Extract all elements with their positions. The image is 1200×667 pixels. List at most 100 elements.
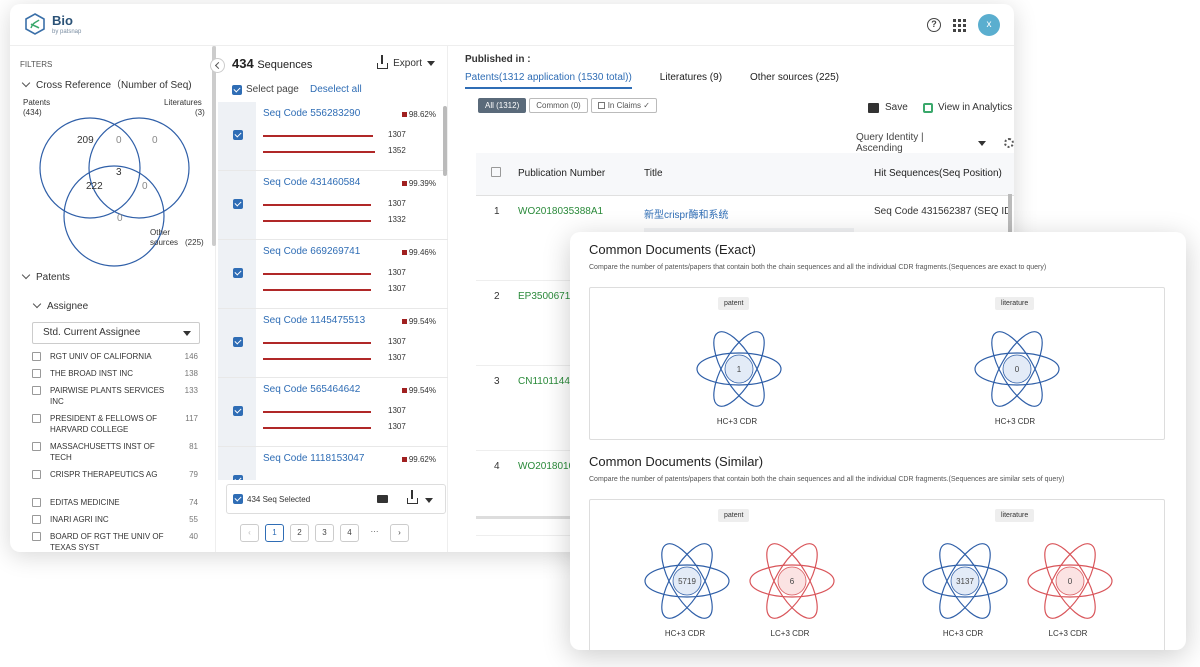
folder-icon[interactable] bbox=[377, 495, 388, 503]
seq-code-link[interactable]: Seq Code 431460584 bbox=[263, 177, 360, 188]
assignee-toggle[interactable]: Assignee bbox=[32, 299, 88, 312]
save-button[interactable]: Save bbox=[868, 102, 908, 113]
assignee-item[interactable]: RGT UNIV OF CALIFORNIA 146 bbox=[32, 351, 200, 368]
checkbox-checked[interactable] bbox=[233, 268, 243, 278]
atom-value: 0 bbox=[1068, 577, 1073, 586]
sequence-scrollbar[interactable] bbox=[443, 106, 447, 176]
atom-exact-patent[interactable]: 1 bbox=[694, 324, 784, 417]
checkbox[interactable] bbox=[597, 102, 605, 109]
caret-down-icon[interactable] bbox=[425, 498, 433, 503]
atom-similar-lit-hc[interactable]: 3137 bbox=[920, 536, 1010, 629]
col-publication-number[interactable]: Publication Number bbox=[518, 153, 644, 196]
seq-code-link[interactable]: Seq Code 556283290 bbox=[263, 108, 360, 119]
assignee-item[interactable]: CRISPR THERAPEUTICS AG 79 bbox=[32, 469, 200, 497]
venn-lit-label: Literatures bbox=[164, 98, 202, 107]
checkbox[interactable] bbox=[32, 414, 41, 423]
assignee-item[interactable]: INARI AGRI INC 55 bbox=[32, 514, 200, 531]
page-button[interactable]: 4 bbox=[340, 524, 359, 542]
sequence-item[interactable]: Seq Code 556283290 98.62% 1307 1352 bbox=[218, 102, 448, 171]
page-button[interactable]: 1 bbox=[265, 524, 284, 542]
seq-code-link[interactable]: Seq Code 669269741 bbox=[263, 246, 360, 257]
checkbox[interactable] bbox=[32, 352, 41, 361]
assignee-item[interactable]: EDITAS MEDICINE 74 bbox=[32, 497, 200, 514]
filters-scrollbar[interactable] bbox=[212, 46, 216, 246]
collapse-panel-button[interactable] bbox=[210, 58, 225, 73]
checkbox[interactable] bbox=[32, 369, 41, 378]
checkbox[interactable] bbox=[32, 515, 41, 524]
export-button[interactable]: Export bbox=[377, 54, 435, 69]
atom-similar-patent-lc[interactable]: 6 bbox=[747, 536, 837, 629]
assignee-select[interactable]: Std. Current Assignee bbox=[32, 322, 200, 344]
seq-code-link[interactable]: Seq Code 1118153047 bbox=[263, 453, 364, 464]
view-analytics-button[interactable]: View in Analytics bbox=[923, 102, 1012, 113]
download-menu-button[interactable] bbox=[407, 490, 418, 506]
similar-panel: patent literature 5719 HC+3 CDR 6 LC+3 C… bbox=[589, 499, 1165, 650]
col-title[interactable]: Title bbox=[644, 153, 874, 196]
venn-c-only[interactable]: 0 bbox=[117, 214, 123, 224]
assignee-item[interactable]: PRESIDENT & FELLOWS OF HARVARD COLLEGE 11… bbox=[32, 413, 200, 441]
next-page-button[interactable]: › bbox=[390, 524, 409, 542]
assignee-item[interactable]: BOARD OF RGT THE UNIV OF TEXAS SYST 40 bbox=[32, 531, 200, 552]
select-page-checkbox[interactable]: Select page bbox=[232, 84, 299, 95]
venn-bc[interactable]: 0 bbox=[142, 182, 148, 192]
checkbox-checked[interactable] bbox=[233, 475, 243, 480]
checkbox-checked[interactable] bbox=[232, 84, 242, 95]
venn-a-only[interactable]: 209 bbox=[77, 136, 94, 146]
deselect-all-link[interactable]: Deselect all bbox=[310, 84, 362, 95]
apps-grid-icon[interactable] bbox=[953, 18, 966, 32]
avatar[interactable]: x bbox=[978, 14, 1000, 36]
atom-label: HC+3 CDR bbox=[994, 417, 1036, 426]
sequence-item[interactable]: Seq Code 565464642 99.54% 1307 1307 bbox=[218, 378, 448, 447]
atom-icon: 5719 bbox=[644, 543, 730, 619]
atom-similar-lit-lc[interactable]: 0 bbox=[1025, 536, 1115, 629]
sequence-item[interactable]: Seq Code 431460584 99.39% 1307 1332 bbox=[218, 171, 448, 240]
filter-chips: All (1312) Common (0) In Claims ✓ bbox=[478, 98, 657, 113]
tab-patents[interactable]: Patents(1312 application (1530 total)) bbox=[465, 72, 632, 89]
assignee-item[interactable]: MASSACHUSETTS INST OF TECH 81 bbox=[32, 441, 200, 469]
alignment-bar-query bbox=[263, 411, 371, 413]
patents-toggle[interactable]: Patents bbox=[21, 270, 70, 283]
checkbox-checked[interactable] bbox=[233, 130, 243, 140]
prev-page-button[interactable]: ‹ bbox=[240, 524, 259, 542]
checkbox-checked[interactable] bbox=[233, 337, 243, 347]
venn-ab[interactable]: 0 bbox=[116, 136, 122, 146]
venn-abc[interactable]: 3 bbox=[116, 168, 122, 178]
checkbox-checked[interactable] bbox=[233, 199, 243, 209]
checkbox[interactable] bbox=[32, 498, 41, 507]
seq-code-link[interactable]: Seq Code 1145475513 bbox=[263, 315, 365, 326]
tab-other-sources[interactable]: Other sources (225) bbox=[750, 72, 839, 89]
assignee-item[interactable]: PAIRWISE PLANTS SERVICES INC 133 bbox=[32, 385, 200, 413]
gear-icon[interactable] bbox=[1004, 138, 1014, 148]
col-hit-sequences[interactable]: Hit Sequences(Seq Position) bbox=[874, 153, 1014, 196]
sequence-item[interactable]: Seq Code 1145475513 99.54% 1307 1307 bbox=[218, 309, 448, 378]
sequences-panel: 434 Sequences Export Select page Deselec… bbox=[218, 46, 448, 552]
checkbox[interactable] bbox=[491, 167, 501, 178]
chip-all[interactable]: All (1312) bbox=[478, 98, 527, 113]
chip-in-claims[interactable]: In Claims ✓ bbox=[590, 98, 657, 113]
assignee-item[interactable]: THE BROAD INST INC 138 bbox=[32, 368, 200, 385]
cross-reference-toggle[interactable]: Cross Reference（Number of Seq) bbox=[21, 76, 192, 91]
page-ellipsis[interactable]: ··· bbox=[365, 524, 384, 542]
page-button[interactable]: 3 bbox=[315, 524, 334, 542]
venn-b-only[interactable]: 0 bbox=[152, 136, 158, 146]
atom-exact-literature[interactable]: 0 bbox=[972, 324, 1062, 417]
checkbox-checked[interactable] bbox=[233, 406, 243, 416]
checkbox[interactable] bbox=[32, 532, 41, 541]
checkbox[interactable] bbox=[32, 442, 41, 451]
checkbox[interactable] bbox=[32, 386, 41, 395]
venn-ac[interactable]: 222 bbox=[86, 182, 103, 192]
sequence-item[interactable]: Seq Code 669269741 99.46% 1307 1307 bbox=[218, 240, 448, 309]
alignment-bar-hit bbox=[263, 427, 371, 429]
checkbox[interactable] bbox=[32, 470, 41, 479]
identity-pct: 99.54% bbox=[401, 386, 436, 395]
title-link[interactable]: 新型crispr酶和系统 bbox=[644, 206, 874, 221]
seq-code-link[interactable]: Seq Code 565464642 bbox=[263, 384, 360, 395]
checkbox-checked[interactable] bbox=[233, 494, 243, 504]
sequence-item[interactable]: Seq Code 1118153047 99.62% bbox=[218, 447, 448, 480]
help-icon[interactable]: ? bbox=[927, 18, 941, 32]
tab-literatures[interactable]: Literatures (9) bbox=[660, 72, 722, 89]
page-button[interactable]: 2 bbox=[290, 524, 309, 542]
atom-similar-patent-hc[interactable]: 5719 bbox=[642, 536, 732, 629]
sort-select[interactable]: Query Identity | Ascending bbox=[856, 132, 1014, 154]
chip-common[interactable]: Common (0) bbox=[529, 98, 588, 113]
